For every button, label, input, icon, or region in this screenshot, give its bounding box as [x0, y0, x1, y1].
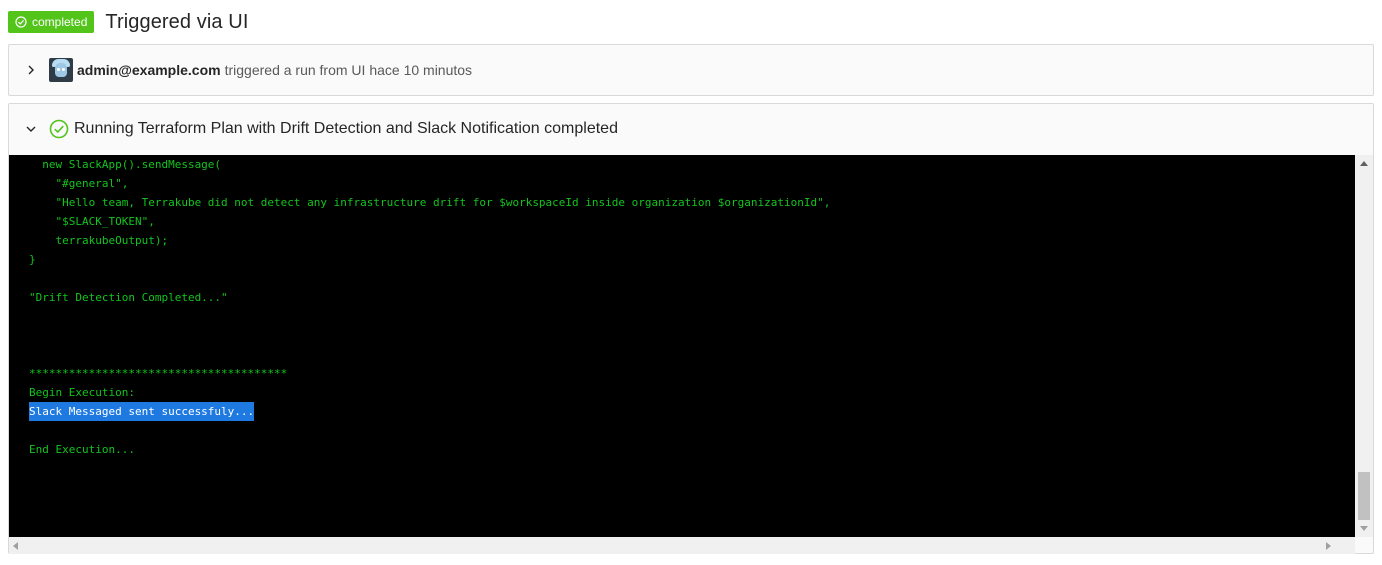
page-title: Triggered via UI [105, 10, 249, 33]
horizontal-scrollbar[interactable] [9, 537, 1355, 554]
avatar [49, 58, 73, 82]
check-circle-icon [49, 119, 69, 139]
console-line: new SlackApp().sendMessage( [29, 158, 222, 171]
status-badge: completed [8, 11, 95, 33]
console-line: *************************************** [29, 367, 288, 380]
status-badge-label: completed [32, 15, 88, 29]
console-output[interactable]: new SlackApp().sendMessage( "#general", … [9, 155, 1355, 537]
trigger-row[interactable]: admin@example.com triggered a run from U… [9, 45, 1373, 95]
console-line: "$SLACK_TOKEN", [29, 215, 155, 228]
console-line: "Drift Detection Completed..." [29, 291, 228, 304]
scroll-left-icon[interactable] [13, 542, 18, 550]
step-title: Running Terraform Plan with Drift Detect… [74, 120, 618, 137]
trigger-user: admin@example.com [77, 62, 221, 78]
console-line: "Hello team, Terrakube did not detect an… [29, 196, 831, 209]
scroll-right-icon[interactable] [1326, 542, 1331, 550]
console-line: Begin Execution: [29, 386, 135, 399]
step-header[interactable]: Running Terraform Plan with Drift Detect… [9, 104, 1373, 154]
scroll-up-icon[interactable] [1360, 161, 1368, 166]
vertical-scrollbar[interactable] [1355, 155, 1373, 537]
console-line: "#general", [29, 177, 129, 190]
console-line: terrakubeOutput); [29, 234, 169, 247]
console-line: } [29, 253, 36, 266]
chevron-down-icon[interactable] [25, 123, 37, 135]
chevron-right-icon[interactable] [25, 64, 37, 76]
console-line: End Execution... [29, 443, 135, 456]
trigger-panel[interactable]: admin@example.com triggered a run from U… [8, 44, 1374, 96]
run-header: completed Triggered via UI [8, 8, 249, 36]
scroll-down-icon[interactable] [1360, 526, 1368, 531]
step-panel: Running Terraform Plan with Drift Detect… [8, 103, 1374, 554]
scrollbar-thumb[interactable] [1358, 472, 1370, 520]
trigger-text: triggered a run from UI hace 10 minutos [224, 62, 473, 78]
check-circle-icon [15, 16, 27, 28]
console-line-selected: Slack Messaged sent successfuly... [29, 402, 255, 421]
